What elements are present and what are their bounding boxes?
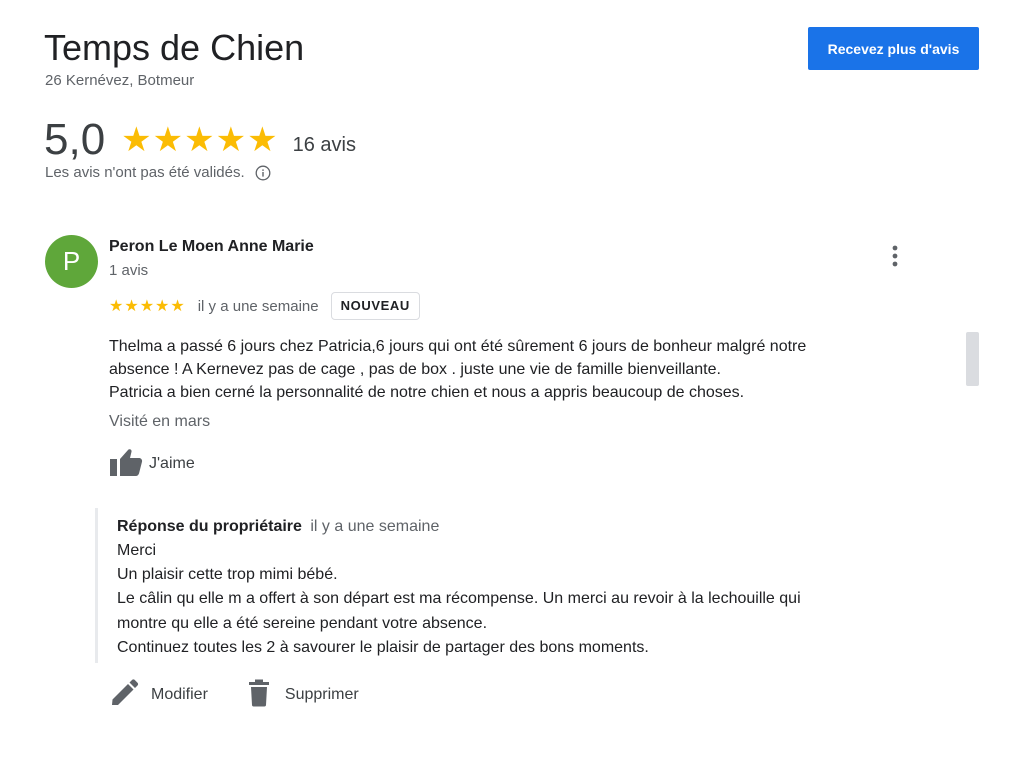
reviews-page: Temps de Chien 26 Kernévez, Botmeur Rece… xyxy=(0,0,1023,760)
owner-response-title: Réponse du propriétaire xyxy=(117,518,302,535)
business-address: 26 Kernévez, Botmeur xyxy=(45,72,195,89)
owner-response-line: Continuez toutes les 2 à savourer le pla… xyxy=(117,638,649,656)
get-more-reviews-button[interactable]: Recevez plus d'avis xyxy=(808,27,979,70)
review-text-line: absence ! A Kernevez pas de cage , pas d… xyxy=(109,361,721,378)
owner-response-line: montre qu elle a été sereine pendant vot… xyxy=(117,614,488,632)
delete-response-button[interactable]: Supprimer xyxy=(244,679,359,712)
owner-response-date: il y a une semaine xyxy=(310,518,440,535)
review-date: il y a une semaine xyxy=(197,297,319,315)
review-text: Thelma a passé 6 jours chez Patricia,6 j… xyxy=(109,335,909,404)
rating-summary: 5,0 ★★★★★ 16 avis xyxy=(44,112,356,168)
like-button[interactable]: J'aime xyxy=(109,448,195,480)
review-meta: ★★★★★ il y a une semaine NOUVEAU xyxy=(109,292,420,320)
business-name: Temps de Chien xyxy=(44,27,305,68)
owner-response-text: Merci Un plaisir cette trop mimi bébé. L… xyxy=(117,539,801,660)
thumb-up-icon xyxy=(109,447,143,482)
unverified-note-text: Les avis n'ont pas été validés. xyxy=(45,164,245,181)
avatar[interactable]: P xyxy=(45,235,98,288)
info-icon[interactable] xyxy=(255,165,271,181)
owner-response: Réponse du propriétaire il y a une semai… xyxy=(95,508,908,663)
visited-date: Visité en mars xyxy=(109,413,211,430)
reviewer-name[interactable]: Peron Le Moen Anne Marie xyxy=(109,237,314,257)
review-text-line: Thelma a passé 6 jours chez Patricia,6 j… xyxy=(109,338,807,355)
delete-label: Supprimer xyxy=(284,686,359,703)
rating-score: 5,0 xyxy=(44,115,106,164)
scrollbar-thumb[interactable] xyxy=(966,332,979,386)
review-count: 16 avis xyxy=(292,133,356,156)
owner-response-header: Réponse du propriétaire il y a une semai… xyxy=(117,516,439,538)
owner-response-line: Merci xyxy=(117,542,157,559)
more-vert-icon[interactable] xyxy=(884,242,906,272)
new-badge: NOUVEAU xyxy=(330,292,420,320)
rating-stars: ★★★★★ xyxy=(121,121,279,159)
owner-response-line: Un plaisir cette trop mimi bébé. xyxy=(117,566,338,584)
edit-label: Modifier xyxy=(151,686,208,703)
pencil-icon xyxy=(110,678,140,712)
review-stars: ★★★★★ xyxy=(109,298,186,315)
reviewer-review-count: 1 avis xyxy=(109,262,149,279)
like-label: J'aime xyxy=(149,455,195,472)
edit-response-button[interactable]: Modifier xyxy=(110,678,208,712)
unverified-note: Les avis n'ont pas été validés. xyxy=(45,163,271,183)
owner-response-line: Le câlin qu elle m a offert à son départ… xyxy=(117,590,801,608)
review-text-line: Patricia a bien cerné la personnalité de… xyxy=(109,384,745,401)
owner-actions: Modifier Supprimer xyxy=(110,678,359,712)
trash-icon xyxy=(244,679,274,712)
